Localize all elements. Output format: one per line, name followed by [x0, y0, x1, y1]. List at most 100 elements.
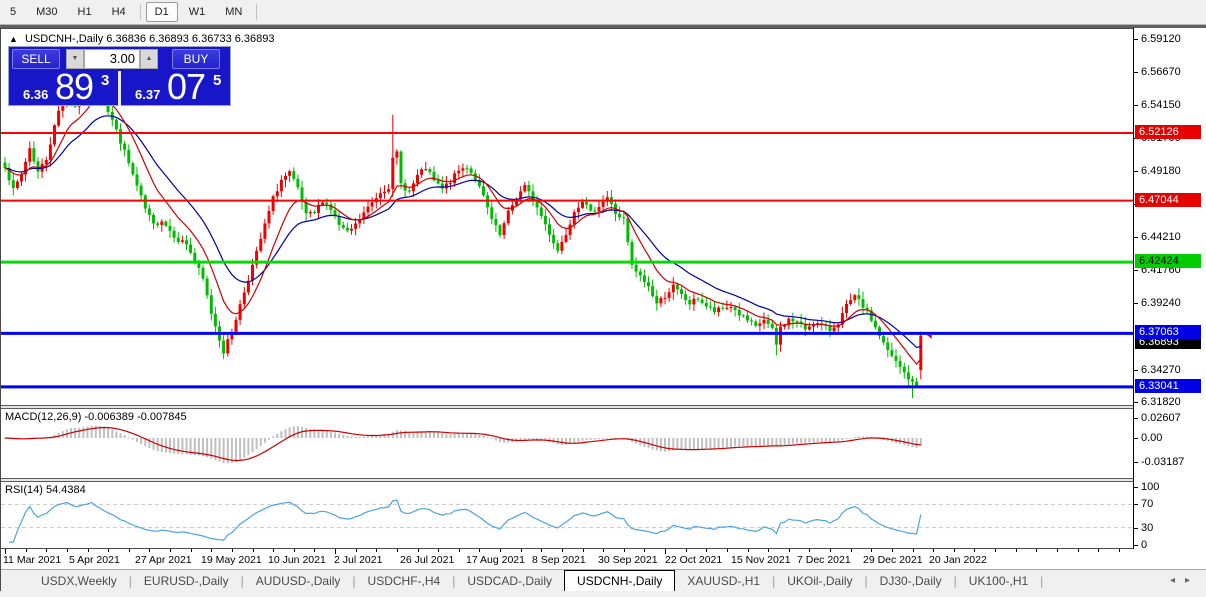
date-tick — [129, 549, 130, 552]
chart-tab-audusd-daily[interactable]: AUDUSD-,Daily — [244, 570, 353, 591]
date-label: 17 Aug 2021 — [466, 554, 525, 566]
macd-tick-label: 0.02607 — [1141, 412, 1181, 424]
sell-price-handle: 6.36 — [23, 87, 49, 102]
date-tick — [232, 549, 233, 552]
axis-tick — [1134, 303, 1138, 304]
date-label: 8 Sep 2021 — [532, 554, 586, 566]
rsi-tick-label: 30 — [1141, 522, 1154, 534]
date-tick — [376, 549, 377, 552]
sell-price-fraction: 3 — [101, 72, 110, 89]
date-tick — [273, 549, 274, 552]
date-tick — [686, 549, 687, 552]
date-tick — [294, 549, 295, 552]
chart-tab-xauusd-h1[interactable]: XAUUSD-,H1 — [675, 570, 772, 591]
chart-tab-ukoil-daily[interactable]: UKOil-,Daily — [775, 570, 864, 591]
timeframe-button-mn[interactable]: MN — [216, 2, 251, 22]
tab-scroll-left-icon[interactable]: ◂ — [1170, 575, 1175, 586]
chart-tab-eurusd-daily[interactable]: EURUSD-,Daily — [132, 570, 241, 591]
axis-tick — [1134, 504, 1138, 505]
date-tick — [108, 549, 109, 552]
date-tick — [67, 549, 68, 552]
chart-tab-usdx-weekly[interactable]: USDX,Weekly — [29, 570, 129, 591]
date-tick — [974, 549, 975, 552]
date-axis: 11 Mar 2021 5 Apr 2021 27 Apr 2021 19 May 2… — [1, 549, 1206, 569]
axis-tick — [1134, 528, 1138, 529]
level-price-label: 6.47044 — [1135, 193, 1201, 207]
date-label: 19 May 2021 — [201, 554, 262, 566]
timeframe-button-w1[interactable]: W1 — [180, 2, 215, 22]
sell-button[interactable]: SELL — [12, 49, 60, 69]
macd-pane[interactable]: MACD(12,26,9) -0.006389 -0.007845 — [1, 409, 1133, 478]
date-tick — [314, 549, 315, 552]
chart-tab-usdchf-h4[interactable]: USDCHF-,H4 — [356, 570, 453, 591]
axis-tick — [1134, 105, 1138, 106]
date-label: 10 Jun 2021 — [268, 554, 326, 566]
collapse-arrow-icon[interactable]: ▲ — [9, 34, 18, 44]
price-marker-icon — [926, 334, 932, 339]
timeframe-toolbar: 5 M30 H1 H4 D1 W1 MN — [0, 0, 1206, 25]
toolbar-separator — [256, 4, 258, 20]
date-tick — [1057, 549, 1058, 552]
date-tick — [170, 549, 171, 552]
price-tick-label: 6.56670 — [1141, 66, 1181, 78]
chart-tab-bar: USDX,Weekly | EURUSD-,Daily | AUDUSD-,Daily |… — [1, 569, 1206, 591]
sell-price[interactable]: 6.36 89 3 — [9, 66, 118, 107]
date-tick — [665, 549, 666, 554]
date-tick — [1098, 549, 1099, 552]
date-tick — [191, 549, 192, 552]
buy-price-handle: 6.37 — [135, 87, 161, 102]
level-price-label: 6.42424 — [1135, 254, 1201, 268]
ma-slow-line — [4, 115, 921, 349]
date-tick — [562, 549, 563, 552]
chart-tab-usdcnh-daily[interactable]: USDCNH-,Daily — [564, 570, 676, 591]
date-tick — [954, 549, 955, 552]
status-strip — [1, 591, 1206, 597]
timeframe-button-m30[interactable]: M30 — [27, 2, 66, 22]
chart-tab-dj30-daily[interactable]: DJ30-,Daily — [868, 570, 954, 591]
axis-tick — [1134, 418, 1138, 419]
chart-window: ▲ USDCNH-,Daily 6.36836 6.36893 6.36733 … — [0, 28, 1206, 597]
rsi-pane[interactable]: RSI(14) 54.4384 — [1, 482, 1133, 549]
date-tick — [149, 549, 150, 552]
chart-tab-uk100-h1[interactable]: UK100-,H1 — [957, 570, 1040, 591]
timeframe-button-h1[interactable]: H1 — [69, 2, 101, 22]
price-tick-label: 6.34270 — [1141, 364, 1181, 376]
chart-tab-usdcad-daily[interactable]: USDCAD-,Daily — [455, 570, 564, 591]
axis-tick — [1134, 39, 1138, 40]
date-tick — [253, 549, 254, 552]
rsi-label: RSI(14) 54.4384 — [5, 484, 86, 496]
price-tick-label: 6.54150 — [1141, 99, 1181, 111]
date-tick — [459, 549, 460, 552]
timeframe-button-h4[interactable]: H4 — [103, 2, 135, 22]
date-tick — [356, 549, 357, 552]
date-tick — [830, 549, 831, 552]
price-tick-label: 6.49180 — [1141, 165, 1181, 177]
date-tick — [1119, 549, 1120, 552]
date-tick — [500, 549, 501, 552]
buy-price[interactable]: 6.37 07 5 — [121, 66, 230, 107]
date-label: 15 Nov 2021 — [731, 554, 791, 566]
date-tick — [397, 549, 398, 552]
axis-tick — [1134, 72, 1138, 73]
ma-fast-line — [4, 98, 922, 366]
macd-signal-line — [4, 426, 921, 462]
rsi-line — [9, 499, 922, 543]
timeframe-button-5[interactable]: 5 — [1, 2, 25, 22]
axis-tick — [1134, 370, 1138, 371]
volume-increase-button[interactable]: ▲ — [140, 49, 158, 69]
date-label: 27 Apr 2021 — [135, 554, 192, 566]
date-tick — [644, 549, 645, 552]
axis-tick — [1134, 402, 1138, 403]
timeframe-button-d1[interactable]: D1 — [145, 2, 178, 22]
date-tick — [789, 549, 790, 552]
price-tick-label: 6.31820 — [1141, 396, 1181, 408]
axis-tick — [1134, 462, 1138, 463]
price-pane[interactable]: ▲ USDCNH-,Daily 6.36836 6.36893 6.36733 … — [1, 28, 1133, 405]
rsi-tick-label: 100 — [1141, 481, 1160, 493]
date-tick — [335, 549, 336, 554]
axis-tick — [1134, 171, 1138, 172]
tab-scroll-right-icon[interactable]: ▸ — [1185, 575, 1190, 586]
sell-price-pips: 89 — [55, 66, 94, 107]
tab-scroll-arrows: ◂ ▸ — [1170, 569, 1190, 591]
date-tick — [748, 549, 749, 552]
